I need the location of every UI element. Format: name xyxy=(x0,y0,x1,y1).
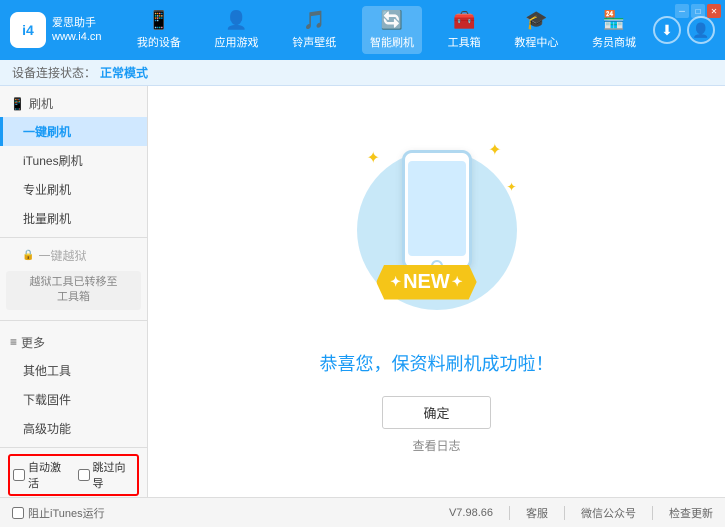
sidebar-item-advanced[interactable]: 高级功能 xyxy=(0,414,147,443)
nav-toolbox-label: 工具箱 xyxy=(448,34,481,50)
footer: 阻止iTunes运行 V7.98.66 客服 微信公众号 检查更新 xyxy=(0,497,725,527)
merchant-icon: 🏪 xyxy=(603,10,625,31)
footer-link-update[interactable]: 检查更新 xyxy=(669,505,713,521)
auto-activate-label: 自动激活 xyxy=(28,459,70,491)
status-value: 正常模式 xyxy=(100,64,148,81)
new-label: NEW xyxy=(403,271,450,294)
phone-illustration xyxy=(402,150,472,270)
nav-ringtones-label: 铃声壁纸 xyxy=(292,34,336,50)
flash-section: 📱 刷机 一键刷机 iTunes刷机 专业刷机 批量刷机 🔒 一键越狱 越狱工具… xyxy=(0,86,147,316)
stop-itunes-checkbox[interactable] xyxy=(12,507,24,519)
sidebar-disabled-jailbreak: 🔒 一键越狱 xyxy=(0,242,147,269)
auto-activate-checkbox-label[interactable]: 自动激活 xyxy=(13,459,70,491)
device-checkbox-row: 自动激活 跳过向导 xyxy=(8,454,139,496)
auto-activate-checkbox[interactable] xyxy=(13,469,25,481)
minimize-button[interactable]: － xyxy=(675,4,689,18)
logo-icon: i4 xyxy=(10,12,46,48)
smart-flash-icon: 🔄 xyxy=(381,10,403,31)
skip-guide-checkbox-label[interactable]: 跳过向导 xyxy=(78,459,135,491)
header-right: ⬇ 👤 xyxy=(653,16,715,44)
more-section: ≡ 更多 其他工具 下载固件 高级功能 xyxy=(0,325,147,447)
nav-smart-flash[interactable]: 🔄 智能刷机 xyxy=(362,6,422,54)
footer-divider-v1 xyxy=(509,506,510,520)
sidebar-bottom: 自动激活 跳过向导 📱 iPhone 15 Pro Max 512GB iPho… xyxy=(0,447,147,497)
sidebar-divider-1 xyxy=(0,237,147,238)
flash-section-header: 📱 刷机 xyxy=(0,90,147,117)
content-area: ✦ ✦ ✦ ✦ NEW ✦ 恭喜您，保资料刷机成功啦！ 确定 查看日志 xyxy=(148,86,725,497)
apps-icon: 👤 xyxy=(225,10,247,31)
nav-smart-flash-label: 智能刷机 xyxy=(370,34,414,50)
nav-my-device[interactable]: 📱 我的设备 xyxy=(129,6,189,54)
my-device-icon: 📱 xyxy=(148,10,170,31)
user-button[interactable]: 👤 xyxy=(687,16,715,44)
sidebar-divider-2 xyxy=(0,320,147,321)
sparkle-top-right: ✦ xyxy=(488,140,501,160)
sidebar: 📱 刷机 一键刷机 iTunes刷机 专业刷机 批量刷机 🔒 一键越狱 越狱工具… xyxy=(0,86,148,497)
main-layout: 📱 刷机 一键刷机 iTunes刷机 专业刷机 批量刷机 🔒 一键越狱 越狱工具… xyxy=(0,86,725,497)
confirm-button[interactable]: 确定 xyxy=(382,396,490,429)
logo-text: 爱思助手 www.i4.cn xyxy=(52,16,102,45)
sidebar-item-batch-flash[interactable]: 批量刷机 xyxy=(0,204,147,233)
nav-ringtones[interactable]: 🎵 铃声壁纸 xyxy=(284,6,344,54)
sidebar-item-pro-flash[interactable]: 专业刷机 xyxy=(0,175,147,204)
footer-links: V7.98.66 客服 微信公众号 检查更新 xyxy=(449,505,713,521)
nav-my-device-label: 我的设备 xyxy=(137,34,181,50)
footer-version: V7.98.66 xyxy=(449,507,493,519)
footer-left: 阻止iTunes运行 xyxy=(12,505,105,521)
sidebar-item-download-firmware[interactable]: 下载固件 xyxy=(0,385,147,414)
sidebar-item-other-tools[interactable]: 其他工具 xyxy=(0,356,147,385)
new-ribbon: ✦ NEW ✦ xyxy=(376,265,476,300)
close-button[interactable]: ✕ xyxy=(707,4,721,18)
sparkle-right: ✦ xyxy=(506,180,516,194)
flash-section-label: 刷机 xyxy=(29,95,53,112)
sidebar-jailbreak-note: 越狱工具已转移至工具箱 xyxy=(6,271,141,310)
tutorials-icon: 🎓 xyxy=(525,10,547,31)
status-prefix: 设备连接状态： xyxy=(12,64,96,81)
footer-link-wechat[interactable]: 微信公众号 xyxy=(581,505,636,521)
sidebar-item-itunes-flash[interactable]: iTunes刷机 xyxy=(0,146,147,175)
success-illustration: ✦ ✦ ✦ ✦ NEW ✦ xyxy=(337,130,537,330)
app-subtitle: www.i4.cn xyxy=(52,30,102,44)
skip-guide-checkbox[interactable] xyxy=(78,469,90,481)
flash-section-icon: 📱 xyxy=(10,97,25,111)
view-log-link[interactable]: 查看日志 xyxy=(412,437,460,454)
more-icon: ≡ xyxy=(10,335,17,349)
status-bar: 设备连接状态： 正常模式 xyxy=(0,60,725,86)
footer-divider-v3 xyxy=(652,506,653,520)
sidebar-item-one-key-flash[interactable]: 一键刷机 xyxy=(0,117,147,146)
sparkle-top-left: ✦ xyxy=(367,148,380,168)
header: i4 爱思助手 www.i4.cn 📱 我的设备 👤 应用游戏 🎵 铃声壁纸 🔄… xyxy=(0,0,725,60)
toolbox-icon: 🧰 xyxy=(453,10,475,31)
nav-toolbox[interactable]: 🧰 工具箱 xyxy=(440,6,489,54)
nav-merchant-label: 务员商城 xyxy=(592,34,636,50)
new-badge: ✦ NEW ✦ xyxy=(376,265,476,300)
footer-link-support[interactable]: 客服 xyxy=(526,505,548,521)
stop-itunes-label: 阻止iTunes运行 xyxy=(28,505,105,521)
app-title: 爱思助手 xyxy=(52,16,102,30)
skip-guide-label: 跳过向导 xyxy=(93,459,135,491)
nav-tutorials[interactable]: 🎓 教程中心 xyxy=(506,6,566,54)
download-button[interactable]: ⬇ xyxy=(653,16,681,44)
success-text: 恭喜您，保资料刷机成功啦！ xyxy=(320,350,554,376)
logo-area: i4 爱思助手 www.i4.cn xyxy=(10,12,120,48)
footer-divider-v2 xyxy=(564,506,565,520)
window-controls: － □ ✕ xyxy=(675,4,721,18)
nav-apps-label: 应用游戏 xyxy=(215,34,259,50)
more-section-header: ≡ 更多 xyxy=(0,329,147,356)
nav-apps-games[interactable]: 👤 应用游戏 xyxy=(207,6,267,54)
phone-screen xyxy=(408,161,466,256)
ringtones-icon: 🎵 xyxy=(303,10,325,31)
nav-merchant[interactable]: 🏪 务员商城 xyxy=(584,6,644,54)
phone-shape xyxy=(402,150,472,270)
nav-tutorials-label: 教程中心 xyxy=(514,34,558,50)
lock-icon: 🔒 xyxy=(22,250,34,261)
maximize-button[interactable]: □ xyxy=(691,4,705,18)
nav-items: 📱 我的设备 👤 应用游戏 🎵 铃声壁纸 🔄 智能刷机 🧰 工具箱 🎓 xyxy=(120,6,653,54)
